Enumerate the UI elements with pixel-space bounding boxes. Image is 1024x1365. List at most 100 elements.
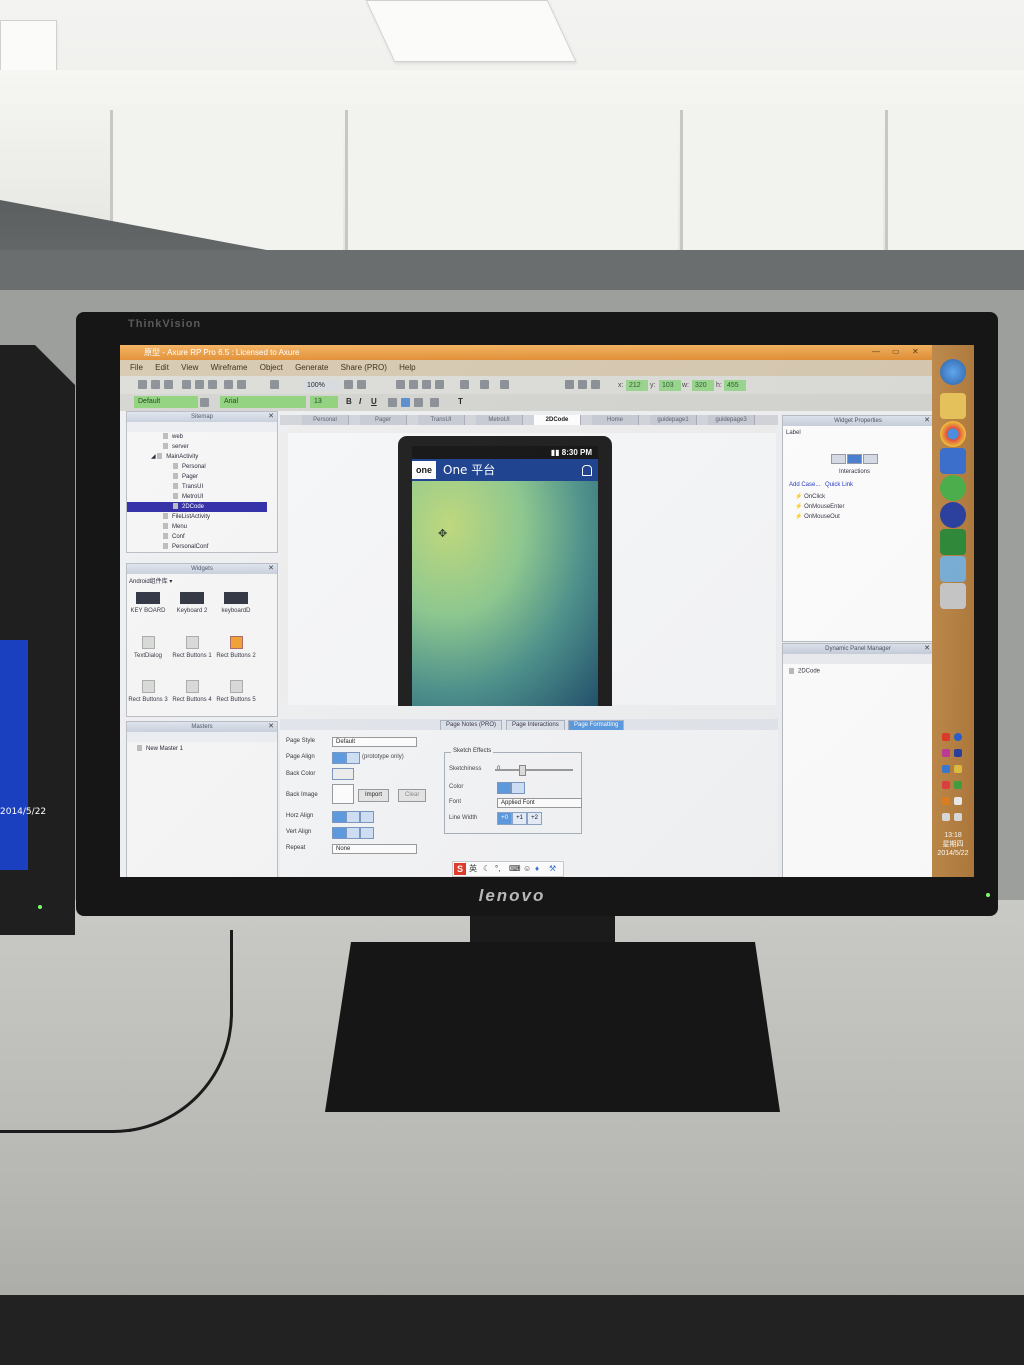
line-width-1-button[interactable]: +1 (512, 812, 527, 825)
line-color-icon[interactable] (480, 380, 489, 389)
user-icon[interactable]: ☺ (523, 862, 531, 876)
network-icon[interactable] (942, 813, 950, 821)
maximize-icon[interactable]: ▭ (892, 347, 900, 356)
tray-icon[interactable] (954, 749, 962, 757)
sitemap-item[interactable]: MetroUI (173, 492, 203, 502)
start-button-icon[interactable] (940, 359, 966, 385)
widget-item[interactable]: Rect Buttons 1 (171, 636, 213, 660)
menu-help[interactable]: Help (399, 363, 415, 372)
punctuation-icon[interactable]: °, (495, 862, 500, 876)
save-icon[interactable] (164, 380, 173, 389)
widget-label-field[interactable]: Label (786, 430, 801, 436)
sitemap-item[interactable]: Menu (163, 522, 187, 532)
widget-item[interactable]: Rect Buttons 3 (127, 680, 169, 704)
tab-guidepage1[interactable]: guidepage1 (650, 415, 697, 425)
align-left-icon[interactable] (565, 380, 574, 389)
help-icon[interactable] (954, 733, 962, 741)
bold-icon[interactable]: B (346, 397, 352, 406)
vert-align-top-button[interactable] (332, 827, 346, 839)
phone-wallpaper[interactable] (412, 481, 598, 706)
moon-icon[interactable]: ☾ (483, 862, 490, 876)
tab-metroui[interactable]: MetroUI (476, 415, 523, 425)
cut-icon[interactable] (182, 380, 191, 389)
widget-library-select[interactable]: Android组件库 ▾ (129, 576, 172, 585)
phone-tab-one[interactable]: one (412, 461, 436, 479)
project-app-icon[interactable] (940, 529, 966, 555)
ime-language[interactable]: 英 (469, 862, 477, 876)
wrench-icon[interactable]: ⚒ (549, 862, 556, 876)
x-field[interactable]: 212 (626, 380, 648, 391)
text-color-icon[interactable]: T (458, 397, 463, 406)
tray-icon[interactable] (954, 781, 962, 789)
line-width-0-button[interactable]: +0 (497, 812, 512, 825)
menu-object[interactable]: Object (260, 363, 283, 372)
color-mode-button[interactable] (497, 782, 511, 794)
menu-wireframe[interactable]: Wireframe (211, 363, 248, 372)
preview-icon[interactable] (270, 380, 279, 389)
widget-item[interactable]: keyboardD (215, 592, 257, 615)
align-center-icon[interactable] (578, 380, 587, 389)
style-select[interactable]: Default (134, 396, 198, 408)
menu-edit[interactable]: Edit (155, 363, 169, 372)
sitemap-item[interactable]: server (163, 442, 189, 452)
format-painter-icon[interactable] (200, 398, 209, 407)
vert-align-bottom-button[interactable] (360, 827, 374, 839)
sketchiness-slider-handle[interactable] (519, 765, 526, 776)
close-icon[interactable]: ✕ (268, 564, 274, 574)
vert-align-middle-button[interactable] (346, 827, 360, 839)
close-icon[interactable]: ✕ (924, 644, 930, 654)
sitemap-item[interactable]: FileListActivity (163, 512, 210, 522)
horz-align-left-button[interactable] (332, 811, 346, 823)
text-align-left-icon[interactable] (388, 398, 397, 407)
chrome-icon[interactable] (940, 421, 966, 447)
tray-icon[interactable] (942, 749, 950, 757)
cloud-app-icon[interactable] (940, 448, 966, 474)
widget-item[interactable]: Rect Buttons 4 (171, 680, 213, 704)
sitemap-item-selected[interactable]: 2DCode (127, 502, 267, 512)
axure-app-icon[interactable] (940, 583, 966, 609)
sketchiness-slider[interactable] (495, 769, 573, 771)
shield-icon[interactable] (954, 765, 962, 773)
text-align-right-icon[interactable] (414, 398, 423, 407)
menu-generate[interactable]: Generate (295, 363, 328, 372)
back-image-preview[interactable] (332, 784, 354, 804)
interactions-tab-icon[interactable] (831, 454, 846, 464)
tab-home[interactable]: Home (592, 415, 639, 425)
sitemap-item[interactable]: PersonalConf (163, 542, 208, 552)
file-explorer-icon[interactable] (940, 393, 966, 419)
interactions-tab-icon[interactable] (863, 454, 878, 464)
widget-item[interactable]: Keyboard 2 (171, 592, 213, 615)
bring-front-icon[interactable] (422, 380, 431, 389)
redo-icon[interactable] (237, 380, 246, 389)
line-width-icon[interactable] (500, 380, 509, 389)
underline-icon[interactable]: U (371, 397, 377, 406)
event-onclick[interactable]: ⚡ OnClick (795, 493, 825, 500)
tray-icon[interactable] (942, 781, 950, 789)
master-item[interactable]: New Master 1 (137, 744, 183, 754)
tab-pager[interactable]: Pager (360, 415, 407, 425)
ungroup-icon[interactable] (409, 380, 418, 389)
clear-button[interactable]: Clear (398, 789, 427, 802)
line-width-2-button[interactable]: +2 (527, 812, 542, 825)
widget-item[interactable]: Rect Buttons 5 (215, 680, 257, 704)
close-icon[interactable]: ✕ (924, 416, 930, 426)
zoom-select[interactable]: 100% (304, 380, 340, 391)
widget-item[interactable]: KEY BOARD (127, 592, 169, 615)
page-align-center-button[interactable] (346, 752, 360, 764)
h-field[interactable]: 455 (724, 380, 746, 391)
sitemap-item[interactable]: Pager (173, 472, 198, 482)
green-app-icon[interactable] (940, 475, 966, 501)
sketch-font-select[interactable]: Applied Font (497, 798, 582, 808)
connector-tool-icon[interactable] (357, 380, 366, 389)
fill-color-icon[interactable] (332, 768, 354, 780)
page-align-left-button[interactable] (332, 752, 346, 764)
copy-icon[interactable] (195, 380, 204, 389)
menu-share[interactable]: Share (PRO) (341, 363, 387, 372)
align-right-icon[interactable] (591, 380, 600, 389)
keyboard-icon[interactable]: ⌨ (509, 862, 521, 876)
sitemap-item[interactable]: Conf (163, 532, 185, 542)
taskbar-clock[interactable]: 13:18 星期四 2014/5/22 (932, 831, 974, 858)
text-align-center-icon[interactable] (401, 398, 410, 407)
select-tool-icon[interactable] (344, 380, 353, 389)
tray-icon[interactable] (954, 797, 962, 805)
